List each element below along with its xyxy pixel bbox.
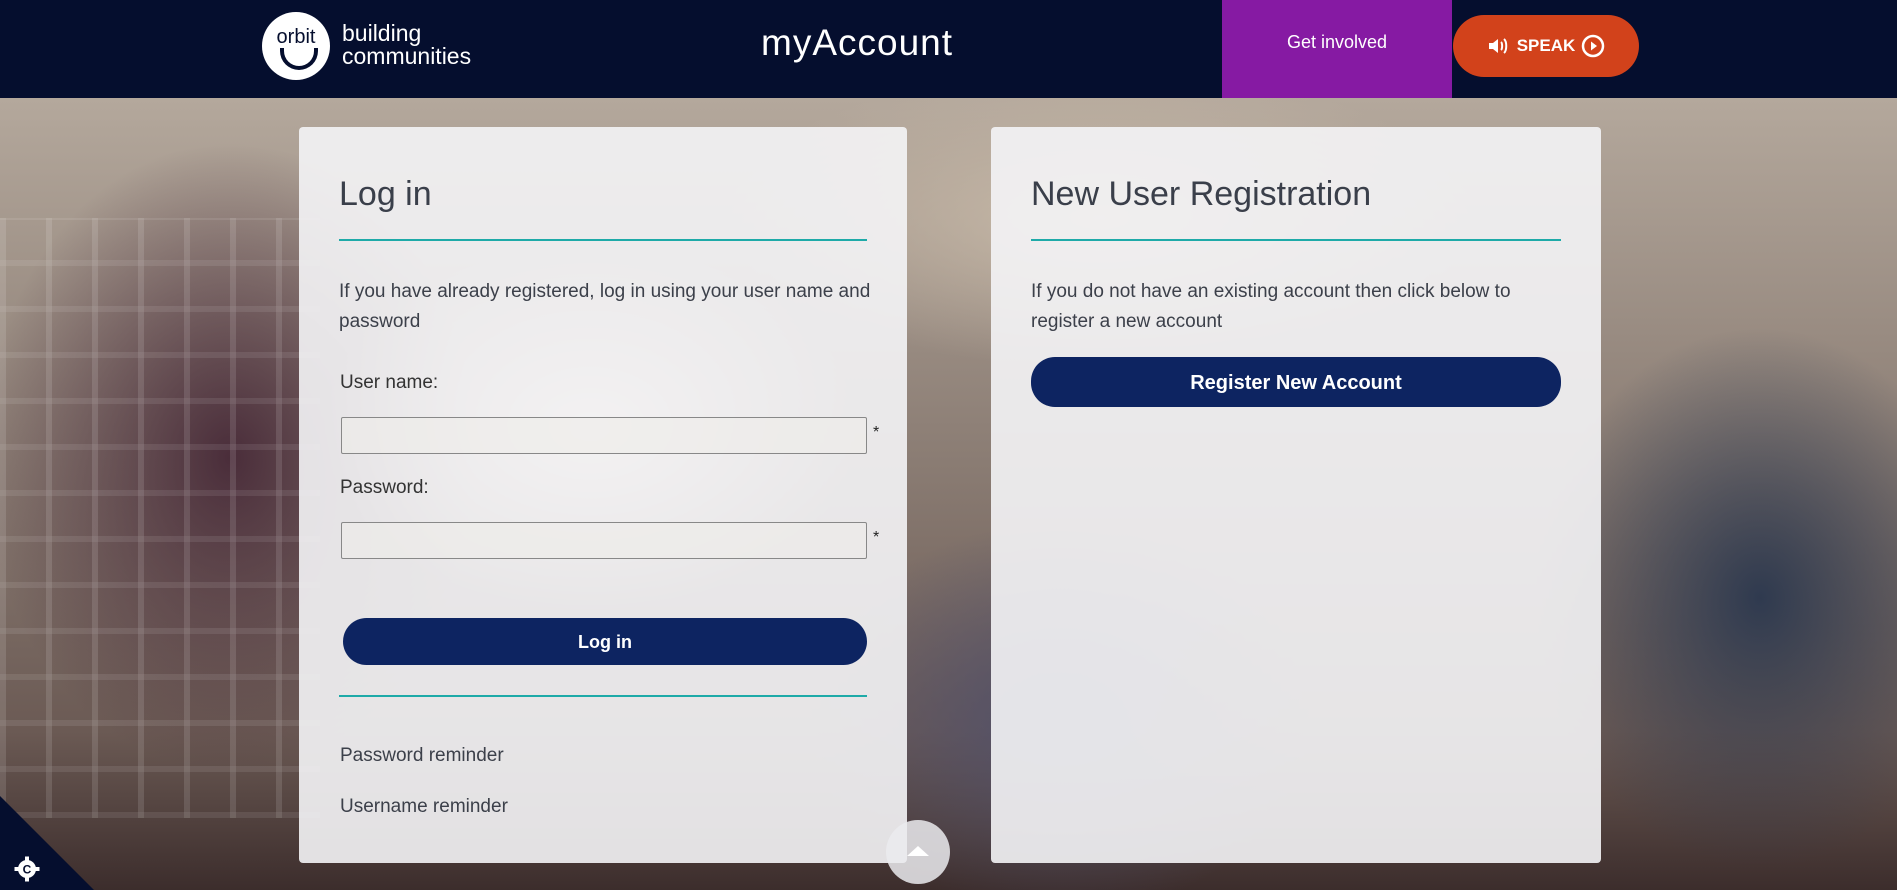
login-title-divider xyxy=(339,239,867,241)
login-button[interactable]: Log in xyxy=(343,618,867,665)
password-reminder-link[interactable]: Password reminder xyxy=(340,745,504,767)
username-required-marker: * xyxy=(873,424,880,441)
logo-leaf-icon xyxy=(280,48,318,70)
logo-text: building communities xyxy=(342,22,471,68)
site-header: orbit building communities myAccount Get… xyxy=(0,0,1897,98)
speak-label: SPEAK xyxy=(1516,36,1576,55)
chevron-up-icon xyxy=(907,846,929,856)
username-input[interactable] xyxy=(341,417,867,454)
speak-button[interactable]: SPEAK xyxy=(1453,15,1639,77)
register-new-account-button[interactable]: Register New Account xyxy=(1031,357,1561,407)
cookie-settings-icon[interactable]: C xyxy=(14,856,40,882)
password-required-marker: * xyxy=(873,529,880,546)
login-panel: Log in If you have already registered, l… xyxy=(299,127,907,863)
app-title: myAccount xyxy=(761,22,954,63)
background-photo xyxy=(0,98,1897,890)
logo-line-2: communities xyxy=(342,43,472,69)
password-input[interactable] xyxy=(341,522,867,559)
play-circle-icon xyxy=(1582,34,1605,58)
background-texture xyxy=(0,218,320,818)
logo-line-1: building xyxy=(342,20,422,46)
username-reminder-link[interactable]: Username reminder xyxy=(340,796,508,818)
registration-title-divider xyxy=(1031,239,1561,241)
login-intro: If you have already registered, log in u… xyxy=(339,281,871,332)
password-label: Password: xyxy=(340,477,429,498)
get-involved-label: Get involved xyxy=(1286,31,1388,52)
speaker-icon xyxy=(1488,38,1507,54)
login-links-divider xyxy=(339,695,867,697)
registration-intro: If you do not have an existing account t… xyxy=(1031,281,1511,332)
registration-panel: New User Registration If you do not have… xyxy=(991,127,1601,863)
registration-title: New User Registration xyxy=(1031,175,1372,213)
get-involved-link[interactable]: Get involved xyxy=(1222,0,1452,98)
logo-circle: orbit xyxy=(262,12,330,80)
username-label: User name: xyxy=(340,372,439,393)
login-title: Log in xyxy=(339,175,432,213)
scroll-to-top-button[interactable] xyxy=(886,820,950,884)
orbit-logo[interactable]: orbit building communities xyxy=(262,12,482,82)
svg-text:C: C xyxy=(23,863,32,877)
